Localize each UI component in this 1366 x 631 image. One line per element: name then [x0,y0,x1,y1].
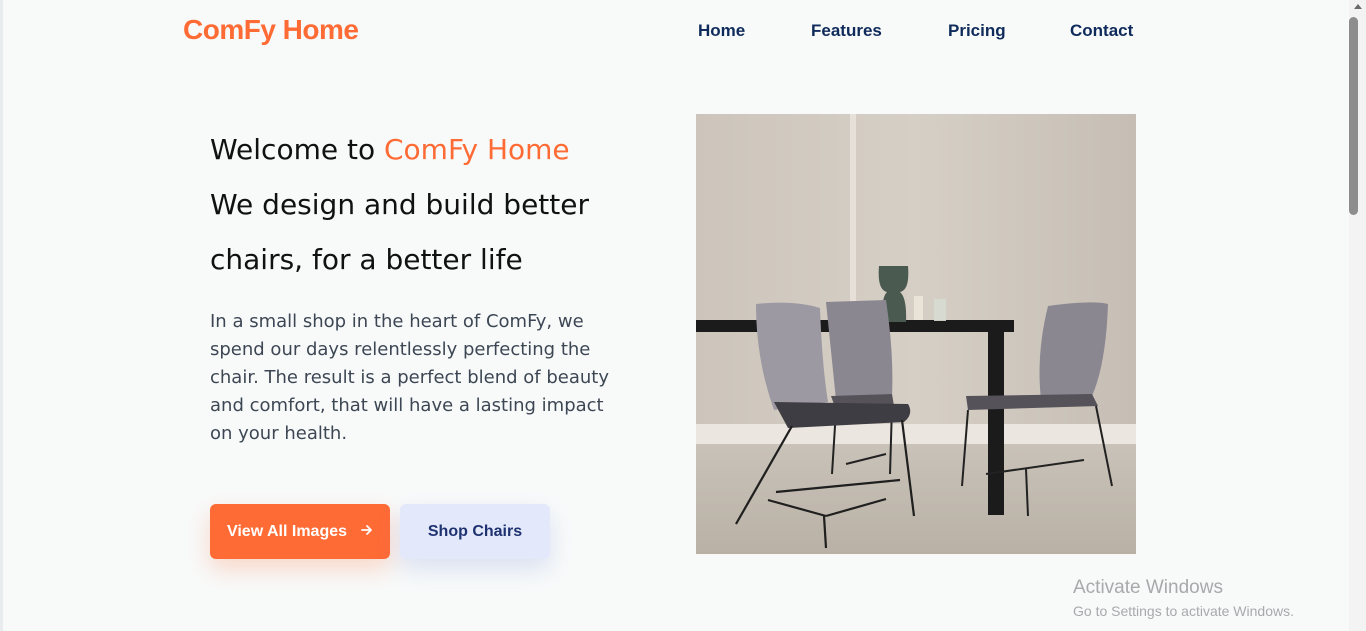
view-all-images-label: View All Images [226,522,348,540]
nav-link-pricing[interactable]: Pricing [948,21,1006,41]
main-nav: Home Features Pricing Contact [0,21,1366,45]
hero-image-dining-chairs [696,114,1136,554]
hero-title-tagline: We design and build better chairs, for a… [210,188,589,276]
vertical-scrollbar[interactable] [1349,0,1366,631]
hero-title-prefix: Welcome to [210,133,384,166]
arrow-right-icon [361,523,373,541]
nav-link-contact[interactable]: Contact [1070,21,1133,41]
shop-chairs-button[interactable]: Shop Chairs [400,504,550,559]
watermark-subtitle: Go to Settings to activate Windows. [1073,603,1294,619]
view-all-images-button[interactable]: View All Images [210,504,390,559]
scrollbar-thumb[interactable] [1349,17,1358,215]
activate-windows-watermark: Activate Windows Go to Settings to activ… [1073,576,1294,621]
watermark-title: Activate Windows [1073,577,1223,598]
window-left-border [0,0,3,631]
scroll-up-arrow-icon[interactable] [1354,4,1362,9]
shop-chairs-label: Shop Chairs [427,522,523,540]
nav-link-home[interactable]: Home [698,21,745,41]
nav-link-features[interactable]: Features [811,21,882,41]
hero-title-brand: ComFy Home [384,133,570,166]
hero-title: Welcome to ComFy Home We design and buil… [210,122,650,287]
hero-description: In a small shop in the heart of ComFy, w… [210,311,609,444]
